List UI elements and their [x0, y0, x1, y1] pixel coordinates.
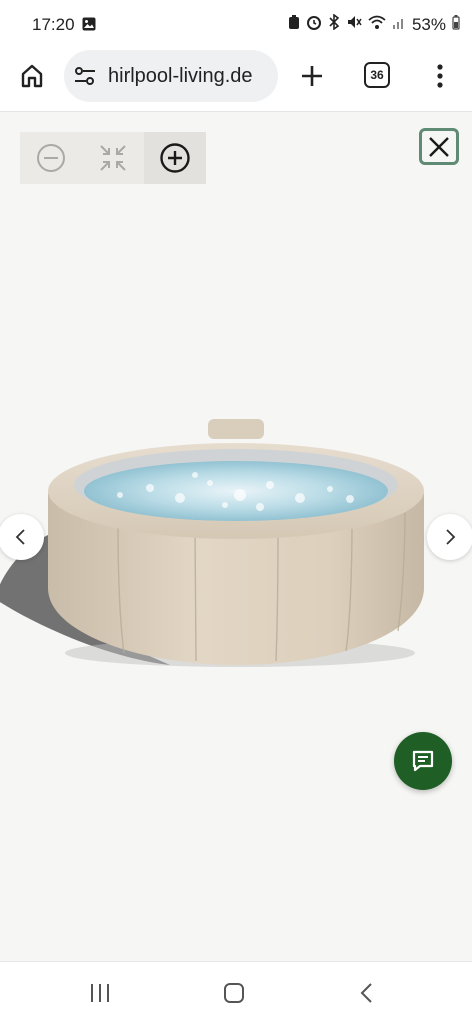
minus-circle-icon: [37, 144, 65, 172]
zoom-in-button[interactable]: [144, 132, 206, 184]
close-icon: [429, 136, 449, 157]
wifi-icon: [368, 15, 386, 35]
next-image-button[interactable]: [427, 514, 472, 560]
gallery-notification-icon: [82, 17, 96, 36]
status-time: 17:20: [32, 15, 75, 34]
recent-apps-button[interactable]: [80, 978, 120, 1008]
alarm-icon: [306, 14, 322, 35]
hot-tub-product-image: [0, 419, 424, 667]
battery-saver-icon: [288, 14, 300, 35]
battery-percent: 53%: [411, 14, 446, 34]
back-chevron-icon: [360, 983, 372, 1003]
home-button[interactable]: [14, 58, 50, 94]
new-tab-button[interactable]: [294, 58, 330, 94]
home-nav-button[interactable]: [214, 978, 254, 1008]
plus-icon: [302, 66, 322, 86]
url-text[interactable]: hirlpool-living.de: [108, 65, 253, 88]
status-icons: 53%: [288, 13, 460, 35]
battery-icon: [452, 14, 460, 35]
menu-button[interactable]: [426, 58, 454, 94]
plus-circle-icon: [160, 143, 190, 173]
bluetooth-icon: [328, 13, 340, 35]
chat-bubble-icon: [412, 750, 434, 772]
zoom-out-button[interactable]: [20, 132, 82, 184]
url-bar[interactable]: hirlpool-living.de: [64, 50, 278, 102]
system-navigation-bar: [0, 961, 472, 1024]
browser-toolbar: hirlpool-living.de 36: [0, 48, 472, 112]
chat-button[interactable]: [394, 732, 452, 790]
home-square-icon: [224, 983, 244, 1003]
tab-count: 36: [370, 68, 384, 82]
mute-icon: [346, 14, 362, 35]
previous-image-button[interactable]: [0, 514, 44, 560]
home-icon: [21, 64, 43, 88]
collapse-arrows-icon: [100, 145, 126, 171]
chevron-right-icon: [446, 529, 456, 545]
status-bar: 17:20 53%: [0, 0, 472, 48]
zoom-controls: [20, 132, 206, 184]
back-nav-button[interactable]: [346, 978, 386, 1008]
close-viewer-button[interactable]: [419, 128, 459, 165]
tab-switcher-button[interactable]: 36: [364, 62, 390, 88]
more-vertical-icon: [437, 64, 443, 88]
image-viewer: [0, 113, 472, 961]
site-settings-icon[interactable]: [74, 65, 96, 92]
signal-icon: [392, 15, 406, 35]
chevron-left-icon: [15, 529, 25, 545]
recent-apps-icon: [91, 984, 109, 1002]
fit-screen-button[interactable]: [82, 132, 144, 184]
